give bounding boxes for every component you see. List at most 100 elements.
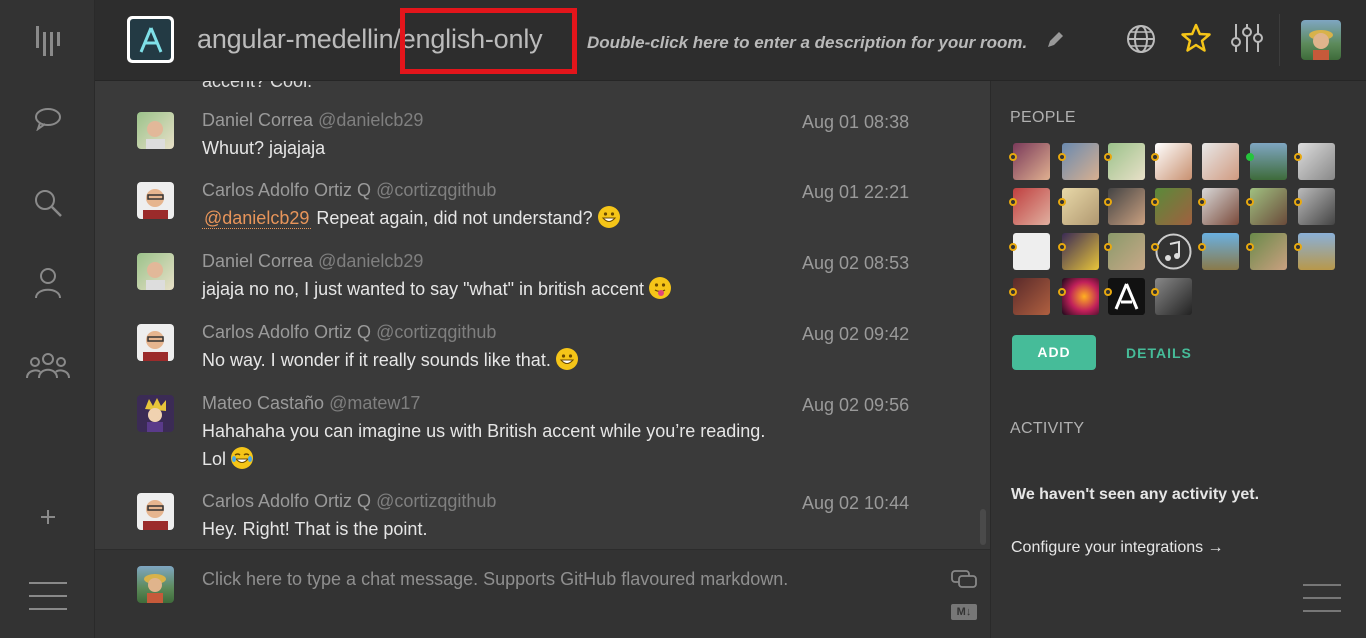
people-avatar[interactable] [1250,233,1287,270]
people-avatar[interactable] [1155,278,1192,315]
avatar[interactable] [137,493,174,530]
people-avatar[interactable] [1013,278,1050,315]
people-avatar[interactable] [1298,188,1335,225]
people-avatar[interactable] [1062,143,1099,180]
people-avatar[interactable] [1250,143,1287,180]
status-dot [1294,153,1302,161]
status-dot [1151,198,1159,206]
people-avatar[interactable] [1108,143,1145,180]
room-header: angular-medellin/english-only Double-cli… [95,0,1366,81]
configure-integrations-link[interactable]: Configure your integrations → [1011,539,1224,557]
status-dot [1009,153,1017,161]
room-description[interactable]: Double-click here to enter a description… [587,33,1027,53]
message-author[interactable]: Carlos Adolfo Ortiz Q @cortizqgithub [202,322,496,343]
status-dot [1009,243,1017,251]
message-text: jajaja no no, I just wanted to say "what… [202,275,672,303]
settings-sliders-icon[interactable] [1230,22,1264,59]
person-icon[interactable] [0,266,95,300]
highlight-box [400,8,577,74]
gitter-logo-icon[interactable] [0,24,95,58]
message-author[interactable]: Mateo Castaño @matew17 [202,393,420,414]
panel-menu-icon[interactable] [1303,583,1341,618]
room-avatar[interactable] [127,16,174,63]
message-time[interactable]: Aug 01 22:21 [802,182,909,203]
group-icon[interactable] [0,350,95,380]
message-time[interactable]: Aug 02 09:42 [802,324,909,345]
chat-area: accent? Cool. Daniel Correa @danielcb29 … [95,81,990,549]
status-dot [1198,198,1206,206]
tears-of-joy-emoji-icon [231,447,254,469]
people-avatar[interactable] [1202,188,1239,225]
message-author[interactable]: Daniel Correa @danielcb29 [202,251,423,272]
status-dot [1058,153,1066,161]
status-dot [1009,288,1017,296]
add-people-button[interactable]: ADD [1012,335,1096,370]
status-dot [1294,243,1302,251]
message-author[interactable]: Carlos Adolfo Ortiz Q @cortizqgithub [202,180,496,201]
compose-mode-icon[interactable] [951,570,978,595]
status-dot [1198,243,1206,251]
globe-icon[interactable] [1126,24,1156,59]
people-avatar[interactable] [1013,233,1050,270]
people-avatar[interactable] [1062,233,1099,270]
status-dot [1104,243,1112,251]
chat-bubble-icon[interactable] [0,104,95,134]
status-dot [1246,198,1254,206]
status-dot [1104,153,1112,161]
people-avatar[interactable] [1250,188,1287,225]
chat-input-area: Click here to type a chat message. Suppo… [95,549,990,638]
people-avatar[interactable] [1108,278,1145,315]
star-icon[interactable] [1180,22,1212,59]
avatar[interactable] [137,253,174,290]
user-mention[interactable]: @danielcb29 [202,208,312,229]
message-time[interactable]: Aug 01 08:38 [802,112,909,133]
people-avatar[interactable] [1298,143,1335,180]
menu-icon[interactable] [0,580,95,612]
status-dot [1104,198,1112,206]
people-avatar[interactable] [1298,233,1335,270]
message-author[interactable]: Carlos Adolfo Ortiz Q @cortizqgithub [202,491,496,512]
tongue-emoji-icon [649,277,672,299]
current-user-avatar[interactable] [1301,20,1341,60]
header-divider [1279,14,1280,66]
avatar[interactable] [137,395,174,432]
avatar[interactable] [137,182,174,219]
people-avatar[interactable] [1013,188,1050,225]
status-dot [1058,198,1066,206]
people-avatar[interactable] [1108,233,1145,270]
left-rail [0,0,95,638]
activity-heading: ACTIVITY [1010,420,1085,437]
people-avatar[interactable] [1062,188,1099,225]
people-avatar[interactable] [1155,233,1192,270]
status-dot [1104,288,1112,296]
people-avatar[interactable] [1155,143,1192,180]
message-time[interactable]: Aug 02 09:56 [802,395,909,416]
people-avatar[interactable] [1013,143,1050,180]
plus-icon[interactable] [0,506,95,528]
search-icon[interactable] [0,186,95,220]
room-org[interactable]: angular-medellin [197,24,394,54]
pencil-icon[interactable] [1045,30,1065,55]
message-text: Hahahaha you can imagine us with British… [202,421,766,441]
avatar[interactable] [137,112,174,149]
status-dot [1151,243,1159,251]
message-author[interactable]: Daniel Correa @danielcb29 [202,110,423,131]
people-avatar[interactable] [1202,233,1239,270]
people-avatar[interactable] [1108,188,1145,225]
message-text: Hey. Right! That is the point. [202,519,428,539]
chat-input[interactable]: Click here to type a chat message. Suppo… [202,569,788,590]
status-dot [1294,198,1302,206]
chat-scrollbar[interactable] [980,509,986,545]
details-link[interactable]: DETAILS [1126,345,1192,361]
angular-logo-icon [139,26,162,53]
message-time[interactable]: Aug 02 08:53 [802,253,909,274]
message-time[interactable]: Aug 02 10:44 [802,493,909,514]
people-avatar[interactable] [1062,278,1099,315]
people-avatar[interactable] [1155,188,1192,225]
people-avatar[interactable] [1202,143,1239,180]
message-text: @danielcb29 Repeat again, did not unders… [202,204,620,232]
avatar[interactable] [137,324,174,361]
message-text: No way. I wonder if it really sounds lik… [202,346,578,374]
markdown-icon[interactable]: M↓ [951,604,977,620]
grinning-emoji-icon [597,206,620,228]
